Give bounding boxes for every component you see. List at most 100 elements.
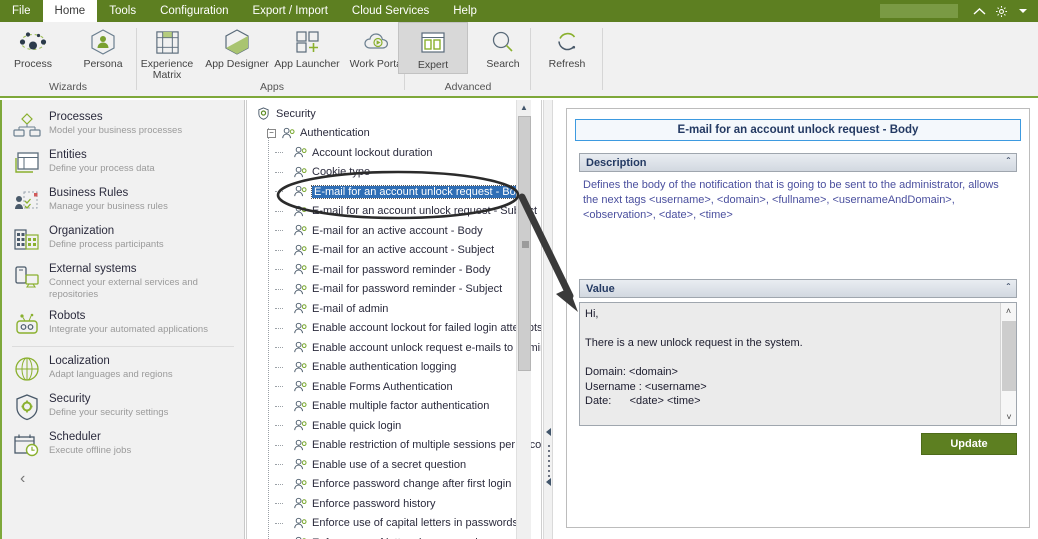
user-key-icon <box>291 185 308 198</box>
sidebar-item-external-systems[interactable]: External systems Connect your external s… <box>2 258 244 305</box>
value-scroll-down-arrow[interactable]: ˅ <box>1001 409 1016 425</box>
ribbon-button-refresh[interactable]: Refresh <box>532 22 602 70</box>
menu-item-tools[interactable]: Tools <box>97 0 148 22</box>
ribbon-group-apps: Experience Matrix App Designer App Launc… <box>140 22 404 96</box>
tree-item-label: Account lockout duration <box>312 146 433 159</box>
value-scrollbar[interactable]: ˄ ˅ <box>1000 303 1016 425</box>
tree-item[interactable]: Enable account unlock request e-mails to… <box>253 338 541 358</box>
splitter-arrow-bottom[interactable] <box>546 478 551 486</box>
tree-item[interactable]: Enable use of a secret question <box>253 455 527 475</box>
tree-tick <box>275 483 283 485</box>
tree-item[interactable]: Enable Forms Authentication <box>253 377 527 397</box>
menu-item-export-import[interactable]: Export / Import <box>240 0 339 22</box>
value-textarea[interactable]: Hi, There is a new unlock request in the… <box>579 302 1017 426</box>
tree-item[interactable]: E-mail for an active account - Subject <box>253 241 527 261</box>
ribbon-label-app-designer: App Designer <box>205 58 269 70</box>
user-key-icon <box>291 146 308 159</box>
tree-item[interactable]: Enable restriction of multiple sessions … <box>253 436 541 456</box>
ribbon-label-work-portal: Work Portal <box>349 58 405 70</box>
tree-scroll-up-arrow[interactable]: ▲ <box>517 100 531 115</box>
title-placeholder-chip <box>880 4 958 18</box>
tree-item[interactable]: Cookie type <box>253 163 527 183</box>
menu-item-configuration[interactable]: Configuration <box>148 0 240 22</box>
tree-node-authentication[interactable]: − Authentication <box>253 124 527 144</box>
sidebar-item-business-rules[interactable]: Business Rules Manage your business rule… <box>2 182 244 220</box>
panels-window-icon <box>420 28 446 58</box>
panel-splitter[interactable] <box>543 100 553 539</box>
ribbon-button-search[interactable]: Search <box>468 22 538 70</box>
tree-item[interactable]: Enable quick login <box>253 416 527 436</box>
tree-item-label: Enable authentication logging <box>312 361 457 374</box>
sidebar-title-scheduler: Scheduler <box>49 431 101 443</box>
tree-scroll-thumb[interactable] <box>518 116 531 371</box>
sidebar-item-security[interactable]: Security Define your security settings <box>2 388 244 426</box>
sidebar-sub-business-rules: Manage your business rules <box>49 201 168 212</box>
sidebar-title-localization: Localization <box>49 355 110 367</box>
sidebar-item-organization[interactable]: Organization Define process participants <box>2 220 244 258</box>
tree-expander-authentication[interactable]: − <box>267 128 276 138</box>
tree-item[interactable]: Enable authentication logging <box>253 358 527 378</box>
tree-item[interactable]: Account lockout duration <box>253 143 527 163</box>
tree-item[interactable]: E-mail of admin <box>253 299 527 319</box>
menu-item-help[interactable]: Help <box>441 0 489 22</box>
tree-item-label: Cookie type <box>312 166 371 179</box>
update-button[interactable]: Update <box>921 433 1017 455</box>
menu-item-home[interactable]: Home <box>42 0 98 22</box>
ribbon-label-persona: Persona <box>83 58 123 70</box>
ribbon-group-wizards: Process Persona Wizards <box>0 22 136 96</box>
tree-item[interactable]: Enforce password change after first logi… <box>253 475 527 495</box>
value-collapse-chevron[interactable]: ˆ <box>1007 283 1010 294</box>
ribbon-button-expert[interactable]: Expert <box>398 22 468 74</box>
value-scroll-up-arrow[interactable]: ˄ <box>1001 303 1016 319</box>
sidebar-item-scheduler[interactable]: Scheduler Execute offline jobs <box>2 426 244 464</box>
user-key-icon <box>291 166 308 179</box>
description-header[interactable]: Description ˆ <box>579 153 1017 172</box>
process-nodes-icon <box>16 27 50 57</box>
ribbon-button-experience-matrix[interactable]: Experience Matrix <box>132 22 202 81</box>
process-diagram-icon <box>12 110 42 140</box>
tree-item[interactable]: Enforce use of capital letters in passwo… <box>253 514 527 534</box>
ribbon-separator-3 <box>530 28 531 90</box>
ribbon-button-process[interactable]: Process <box>0 22 68 70</box>
caret-down-icon[interactable] <box>1012 0 1034 22</box>
user-key-icon <box>291 283 308 296</box>
tree-node-security[interactable]: Security <box>253 104 527 124</box>
tree-scrollbar[interactable]: ▲ <box>516 100 531 539</box>
splitter-arrow-top[interactable] <box>546 428 551 436</box>
tree-tick <box>275 522 283 524</box>
sidebar-sub-security: Define your security settings <box>49 407 169 418</box>
menu-item-cloud-services[interactable]: Cloud Services <box>340 0 441 22</box>
menubar-right-controls <box>880 0 1038 22</box>
tree-item[interactable]: Enforce password history <box>253 494 527 514</box>
value-header-label: Value <box>586 282 615 295</box>
sidebar-sub-organization: Define process participants <box>49 239 164 250</box>
ribbon-button-app-launcher[interactable]: App Launcher <box>272 22 342 70</box>
tree-item-label: E-mail for an account unlock request - B… <box>310 184 531 199</box>
user-key-icon <box>291 439 308 452</box>
tree-tick <box>275 230 283 231</box>
globe-icon <box>12 354 42 384</box>
sidebar-item-processes[interactable]: Processes Model your business processes <box>2 106 244 144</box>
ribbon-button-app-designer[interactable]: App Designer <box>202 22 272 70</box>
tree-tick <box>275 288 283 290</box>
chevron-up-icon[interactable] <box>968 0 990 22</box>
tree-item[interactable]: Enforce use of letters in passwords <box>253 533 527 539</box>
sidebar-item-robots[interactable]: Robots Integrate your automated applicat… <box>2 305 244 343</box>
description-collapse-chevron[interactable]: ˆ <box>1007 157 1010 168</box>
ribbon-button-persona[interactable]: Persona <box>68 22 138 70</box>
tree-tick <box>275 425 283 426</box>
gear-icon[interactable] <box>990 0 1012 22</box>
sidebar-item-localization[interactable]: Localization Adapt languages and regions <box>2 350 244 388</box>
tree-item[interactable]: E-mail for an account unlock request - S… <box>253 202 537 222</box>
tree-item[interactable]: E-mail for an active account - Body <box>253 221 527 241</box>
tree-item[interactable]: Enable multiple factor authentication <box>253 397 527 417</box>
sidebar-collapse-button[interactable]: ‹ <box>2 470 244 488</box>
tree-item[interactable]: E-mail for an account unlock request - B… <box>253 182 531 202</box>
tree-item[interactable]: Enable account lockout for failed login … <box>253 319 541 339</box>
value-scroll-thumb[interactable] <box>1002 321 1016 391</box>
tree-item[interactable]: E-mail for password reminder - Body <box>253 260 527 280</box>
value-header[interactable]: Value ˆ <box>579 279 1017 298</box>
menu-item-file[interactable]: File <box>0 0 43 22</box>
tree-item[interactable]: E-mail for password reminder - Subject <box>253 280 527 300</box>
sidebar-item-entities[interactable]: Entities Define your process data <box>2 144 244 182</box>
